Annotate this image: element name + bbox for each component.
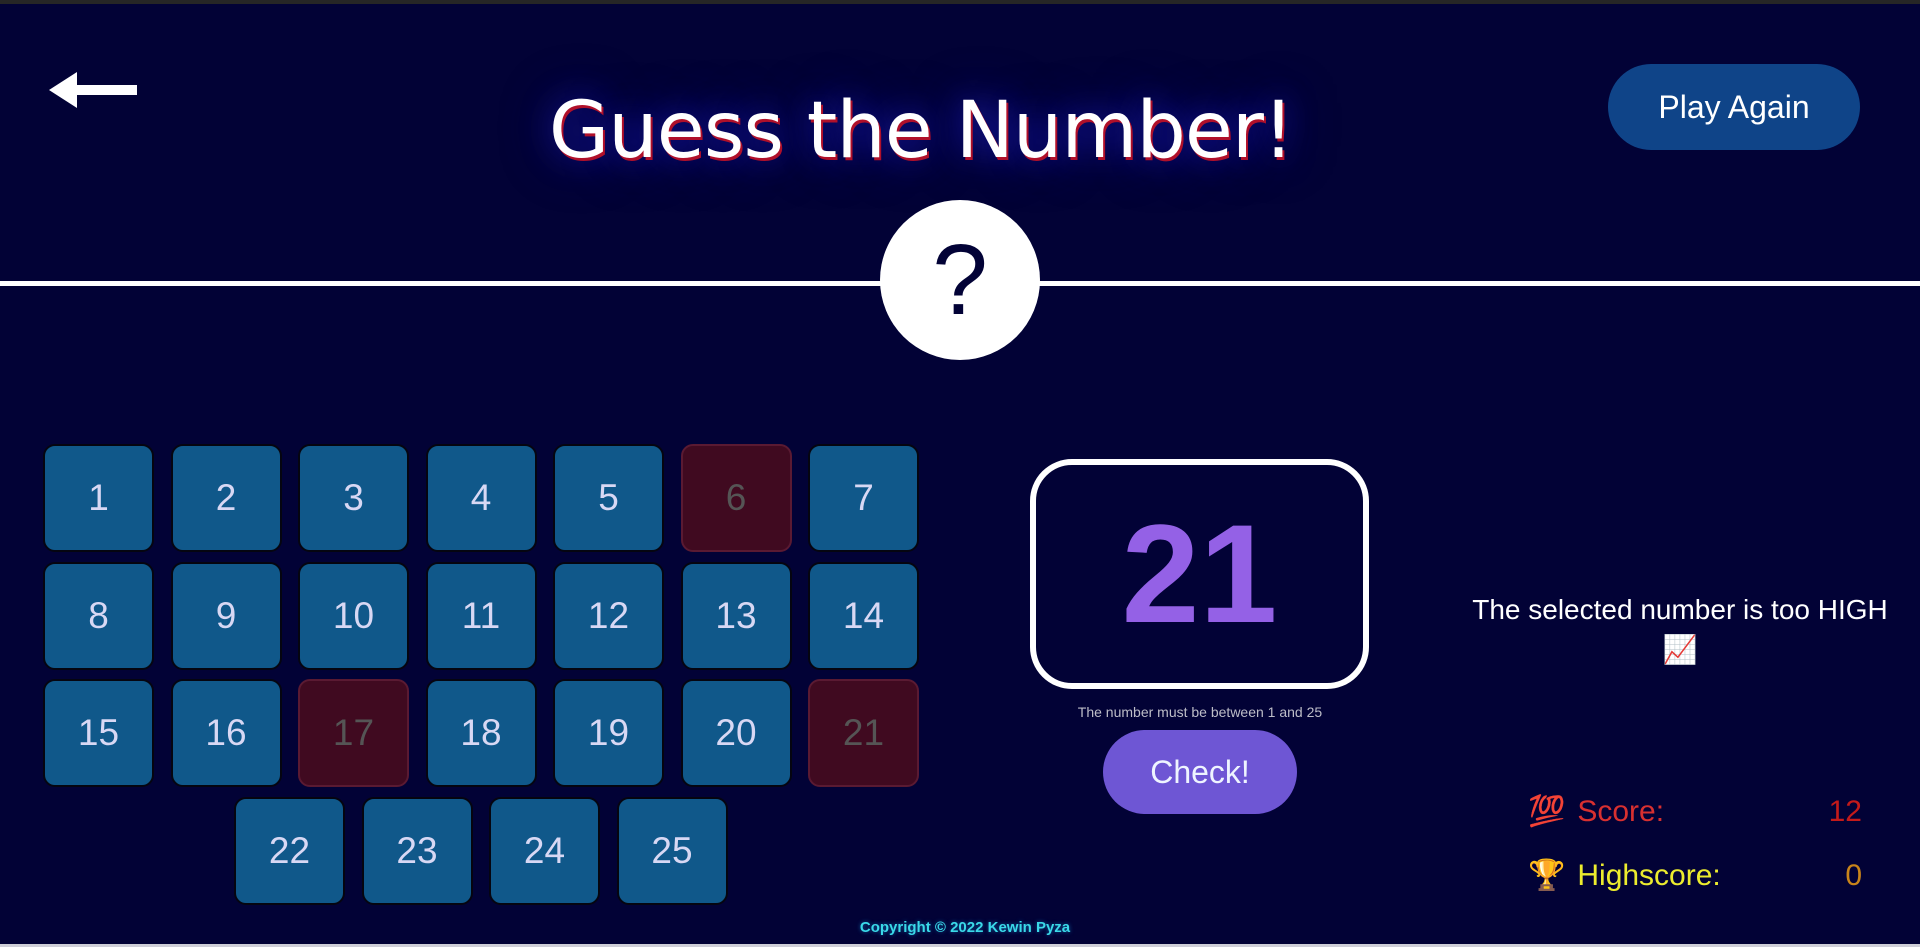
number-tile-3[interactable]: 3 bbox=[298, 444, 409, 552]
number-tile-18[interactable]: 18 bbox=[425, 679, 537, 787]
number-tile-23[interactable]: 23 bbox=[361, 796, 473, 905]
page-title: Guess the Number! bbox=[548, 86, 1294, 176]
play-again-button[interactable]: Play Again bbox=[1608, 64, 1860, 150]
number-tile-24[interactable]: 24 bbox=[489, 796, 600, 905]
number-grid: 1 2 3 4 5 6 7 8 9 10 11 12 13 14 15 16 17 18 19 20 21 22 23 24 2… bbox=[43, 444, 923, 914]
number-tile-14[interactable]: 14 bbox=[808, 561, 919, 670]
number-tile-1[interactable]: 1 bbox=[43, 444, 154, 552]
number-tile-13[interactable]: 13 bbox=[680, 561, 792, 670]
trophy-icon: 🏆 bbox=[1528, 859, 1566, 892]
score-value: 12 bbox=[1828, 794, 1862, 828]
chart-increasing-icon: 📈 bbox=[1662, 634, 1698, 665]
number-tile-8[interactable]: 8 bbox=[43, 561, 154, 670]
number-tile-21[interactable]: 21 bbox=[808, 679, 919, 787]
hundred-points-icon: 💯 bbox=[1528, 795, 1566, 828]
number-tile-20[interactable]: 20 bbox=[680, 679, 792, 787]
check-button[interactable]: Check! bbox=[1103, 730, 1297, 814]
number-tile-12[interactable]: 12 bbox=[553, 561, 664, 670]
highscore-row: 🏆 Highscore: 0 bbox=[1528, 858, 1862, 893]
number-tile-9[interactable]: 9 bbox=[170, 561, 282, 670]
number-tile-15[interactable]: 15 bbox=[43, 679, 154, 787]
number-tile-19[interactable]: 19 bbox=[553, 679, 664, 787]
number-tile-17[interactable]: 17 bbox=[298, 679, 409, 787]
selected-number-display: 21 bbox=[1030, 459, 1369, 689]
copyright: Copyright © 2022 Kewin Pyza bbox=[859, 919, 1071, 936]
window-top-border bbox=[0, 0, 1920, 4]
number-tile-22[interactable]: 22 bbox=[234, 796, 345, 905]
selected-number: 21 bbox=[1121, 495, 1278, 652]
highscore-value: 0 bbox=[1845, 858, 1862, 892]
feedback-message: The selected number is too HIGH 📈 bbox=[1420, 590, 1920, 670]
number-tile-10[interactable]: 10 bbox=[298, 561, 409, 670]
number-tile-4[interactable]: 4 bbox=[425, 444, 537, 552]
highscore-label: Highscore: bbox=[1577, 858, 1721, 892]
mystery-number-circle: ? bbox=[880, 200, 1040, 360]
range-hint: The number must be between 1 and 25 bbox=[1077, 704, 1323, 720]
number-tile-5[interactable]: 5 bbox=[553, 444, 664, 552]
number-tile-16[interactable]: 16 bbox=[170, 679, 282, 787]
question-mark: ? bbox=[932, 223, 988, 336]
number-tile-6[interactable]: 6 bbox=[680, 444, 792, 552]
feedback-text: The selected number is too HIGH bbox=[1472, 594, 1888, 625]
score-label: Score: bbox=[1577, 794, 1665, 828]
number-tile-2[interactable]: 2 bbox=[170, 444, 282, 552]
number-tile-25[interactable]: 25 bbox=[616, 796, 728, 905]
number-tile-11[interactable]: 11 bbox=[425, 561, 537, 670]
number-tile-7[interactable]: 7 bbox=[808, 444, 919, 552]
score-row: 💯 Score: 12 bbox=[1528, 794, 1862, 829]
